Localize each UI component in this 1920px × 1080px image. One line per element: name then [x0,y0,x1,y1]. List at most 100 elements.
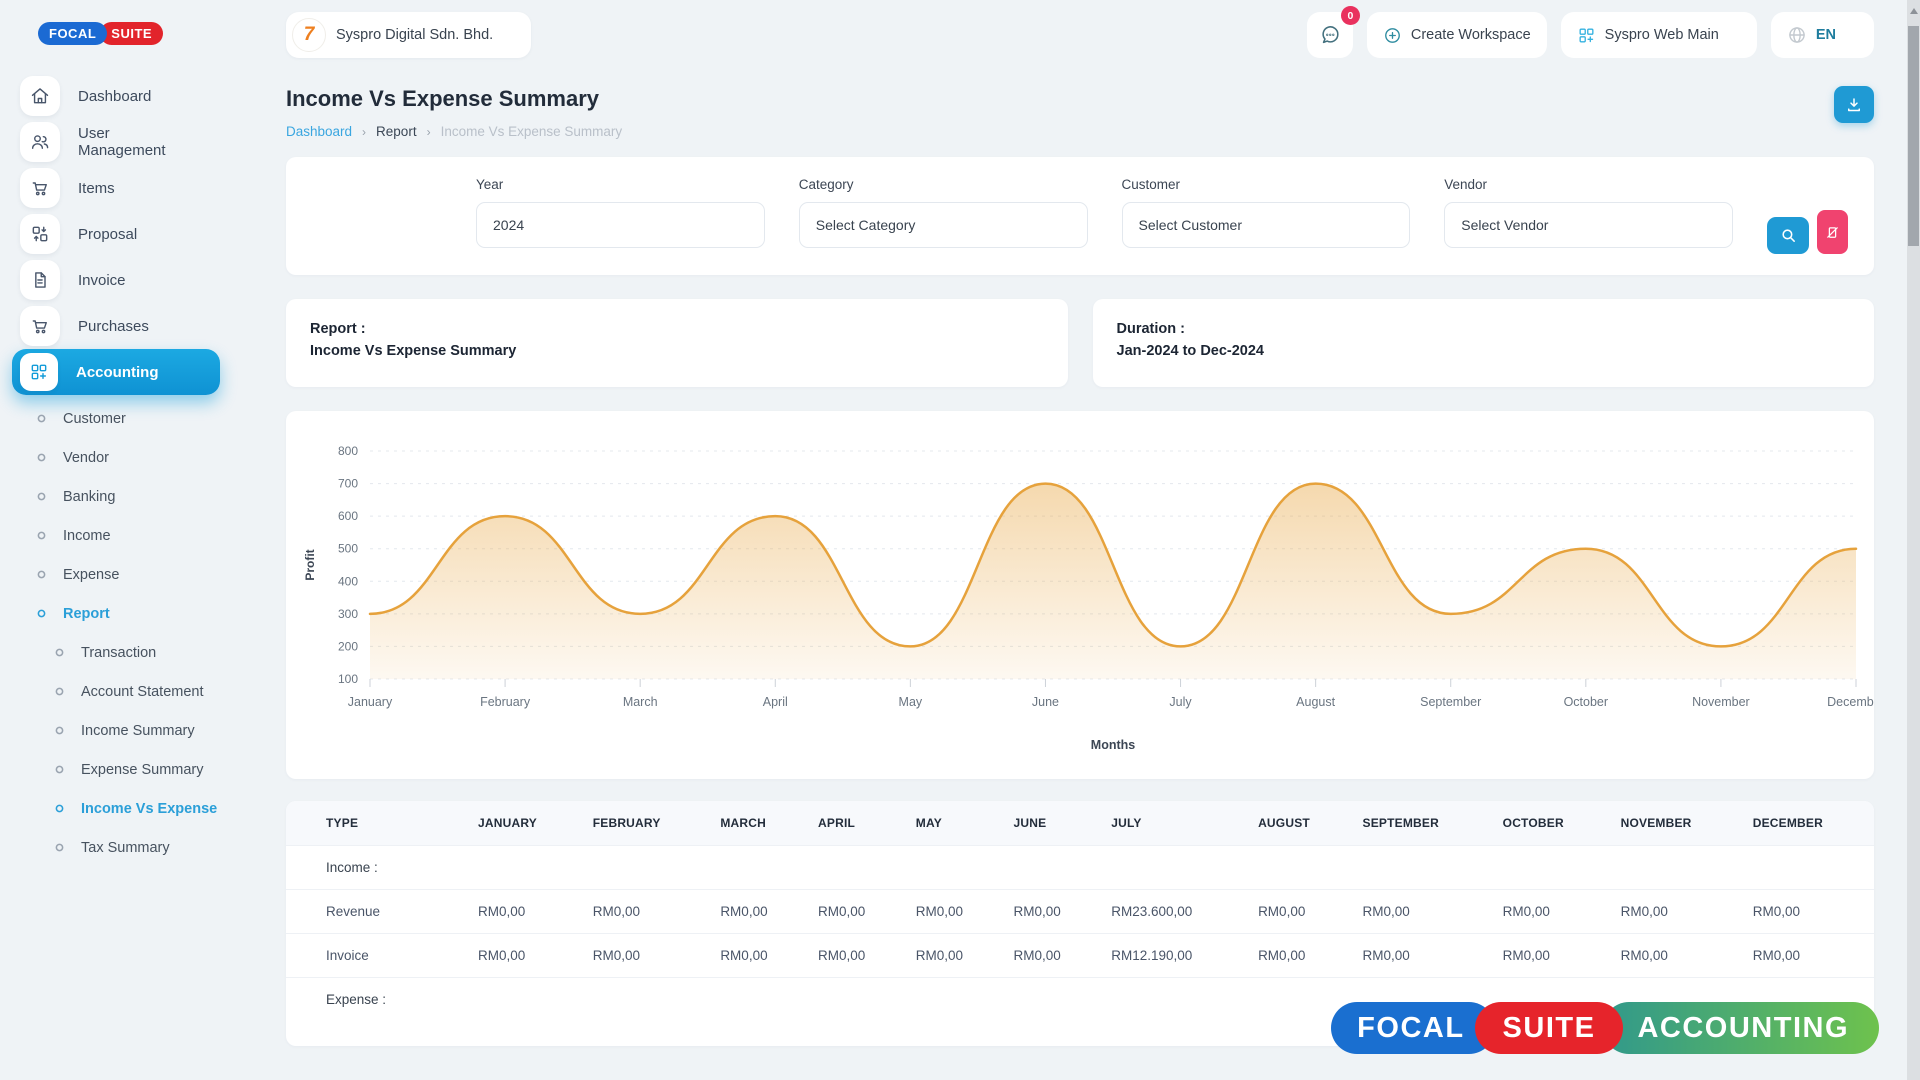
sidebar-item-label: User Management [78,125,198,159]
sidebar-item-purchases[interactable]: Purchases [12,303,220,349]
chevron-right-icon [198,135,212,149]
chat-button[interactable]: 0 [1307,12,1353,58]
table-row: Income : [286,846,1874,890]
table-row: RevenueRM0,00RM0,00RM0,00RM0,00RM0,00RM0… [286,890,1874,934]
vendor-field: Vendor Select Vendor [1444,177,1733,248]
brand-logo-left: FOCAL [38,22,107,45]
search-button[interactable] [1767,217,1809,254]
chevron-down-icon [1379,218,1393,232]
sidebar-item-accounting[interactable]: Accounting [12,349,220,395]
chevron-right-icon [181,529,194,542]
profit-area-chart: 100200300400500600700800JanuaryFebruaryM… [300,427,1874,757]
summary-cards: Report : Income Vs Expense Summary Durat… [286,299,1874,387]
sidebar-item-expense-summary[interactable]: Expense Summary [12,750,220,789]
table-cell: RM12.190,00 [1101,934,1248,978]
watermark-badge: FOCAL SUITE ACCOUNTING [1331,1002,1879,1054]
breadcrumb: Dashboard › Report › Income Vs Expense S… [286,124,622,139]
table-header-cell: APRIL [808,801,906,846]
sidebar-item-income[interactable]: Income [12,516,220,555]
download-button[interactable] [1834,86,1874,123]
profit-chart-card: 100200300400500600700800JanuaryFebruaryM… [286,411,1874,779]
year-select[interactable]: 2024 [476,202,765,248]
customer-field: Customer Select Customer [1122,177,1411,248]
table-header-cell: JULY [1101,801,1248,846]
bullet-icon [54,842,65,853]
sidebar-item-customer[interactable]: Customer [12,399,220,438]
create-workspace-button[interactable]: Create Workspace [1367,12,1547,58]
breadcrumb-dashboard[interactable]: Dashboard [286,124,352,139]
sidebar-item-vendor[interactable]: Vendor [12,438,220,477]
table-section-label: Income : [286,846,1874,890]
scrollbar-up-arrow[interactable] [1910,8,1918,14]
chevron-down-icon [734,218,748,232]
sub-item-label: Banking [63,489,181,505]
workspace-logo: 7 [292,18,326,52]
sidebar-item-proposal[interactable]: Proposal [12,211,220,257]
table-cell: RM0,00 [1004,890,1102,934]
page-title: Income Vs Expense Summary [286,86,622,112]
language-selector[interactable]: EN [1771,12,1874,58]
sub-item-label: Transaction [81,645,220,661]
vendor-select[interactable]: Select Vendor [1444,202,1733,248]
sub-item-label: Report [63,606,181,622]
language-code: EN [1816,27,1836,43]
svg-text:March: March [623,695,658,709]
search-icon [1780,227,1797,244]
sidebar-item-label: Dashboard [78,88,198,105]
sidebar-item-banking[interactable]: Banking [12,477,220,516]
topbar-actions: 0 Create Workspace Syspro Web Main EN [1307,12,1874,58]
watermark-accounting: ACCOUNTING [1603,1002,1879,1054]
breadcrumb-report[interactable]: Report [376,124,417,139]
sub-item-label: Tax Summary [81,840,220,856]
sub-item-label: Expense Summary [81,762,220,778]
svg-text:Profit: Profit [303,549,317,580]
table-header-cell: AUGUST [1248,801,1352,846]
bullet-icon [36,452,47,463]
customer-select[interactable]: Select Customer [1122,202,1411,248]
customer-label: Customer [1122,177,1411,192]
page-header: Income Vs Expense Summary Dashboard › Re… [286,86,1874,139]
sidebar-item-income-vs-expense[interactable]: Income Vs Expense [12,789,220,828]
chat-badge: 0 [1341,6,1360,25]
svg-text:December: December [1827,695,1874,709]
table-header-cell: MARCH [710,801,808,846]
report-subnav: Transaction Account Statement Income Sum… [12,633,220,867]
year-value: 2024 [493,217,524,233]
category-label: Category [799,177,1088,192]
category-select[interactable]: Select Category [799,202,1088,248]
sidebar-item-transaction[interactable]: Transaction [12,633,220,672]
workspace-selector[interactable]: 7 Syspro Digital Sdn. Bhd. [286,12,531,58]
clear-button[interactable] [1817,210,1848,254]
table-cell: RM0,00 [1248,934,1352,978]
globe-icon [1787,25,1807,45]
svg-text:Months: Months [1091,738,1135,752]
sidebar-item-label: Invoice [78,272,212,289]
bullet-icon [36,491,47,502]
sidebar-item-report[interactable]: Report [12,594,220,633]
sidebar-item-account-statement[interactable]: Account Statement [12,672,220,711]
scrollbar-thumb[interactable] [1908,26,1919,246]
chevron-right-icon [198,319,212,333]
sidebar-item-dashboard[interactable]: Dashboard [12,73,220,119]
table-header-cell: DECEMBER [1743,801,1874,846]
sidebar-item-items[interactable]: Items [12,165,220,211]
sidebar-item-invoice[interactable]: Invoice [12,257,220,303]
app-selector[interactable]: Syspro Web Main [1561,12,1757,58]
svg-text:April: April [763,695,788,709]
sub-item-label: Vendor [63,450,220,466]
sidebar-item-expense[interactable]: Expense [12,555,220,594]
workspace-name: Syspro Digital Sdn. Bhd. [336,27,493,43]
table-header-cell: SEPTEMBER [1352,801,1492,846]
svg-text:100: 100 [338,672,358,686]
sidebar-item-user-management[interactable]: User Management [12,119,220,165]
sidebar-item-income-summary[interactable]: Income Summary [12,711,220,750]
table-cell: RM0,00 [1743,890,1874,934]
plus-circle-icon [1383,26,1402,45]
sidebar-item-tax-summary[interactable]: Tax Summary [12,828,220,867]
bullet-icon [36,530,47,541]
chevron-separator-icon: › [427,125,431,139]
sidebar-item-label: Accounting [76,364,198,381]
sub-item-label: Income Vs Expense [81,801,220,817]
svg-text:300: 300 [338,607,358,621]
table-cell: RM0,00 [1611,890,1743,934]
